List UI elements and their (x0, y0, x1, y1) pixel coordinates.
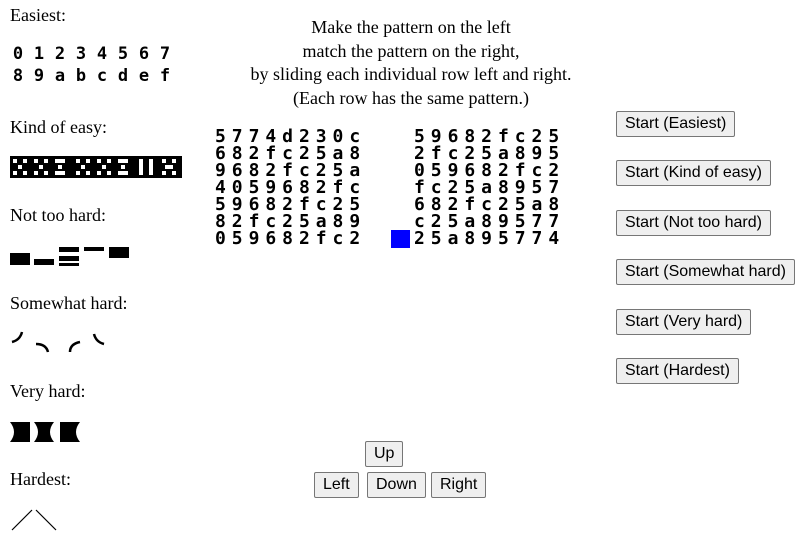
level-label-easiest: Easiest: (10, 5, 66, 25)
instruction-line: Make the pattern on the left (311, 17, 511, 37)
somewhat-hard-curve-sample (11, 331, 105, 353)
grid-row: 25a895774 (411, 228, 562, 249)
down-button[interactable]: Down (367, 472, 426, 498)
grid-cell: 8 (464, 228, 476, 249)
glyph: 4 (96, 44, 108, 64)
glyph: 6 (138, 44, 150, 64)
grid-cell: f (315, 228, 327, 249)
glyph: 2 (54, 44, 66, 64)
grid-cell: 9 (248, 228, 260, 249)
glyph: 3 (75, 44, 87, 64)
instructions: Make the pattern on the left match the p… (226, 16, 596, 110)
kind-of-easy-tile-sample (10, 156, 182, 178)
grid-cell: 5 (231, 228, 243, 249)
very-hard-block-sample (10, 422, 80, 442)
start-kind-of-easy-button[interactable]: Start (Kind of easy) (616, 160, 771, 186)
glyph-row: 8 9 a b c d e f (12, 65, 171, 87)
grid-cell: 9 (481, 228, 492, 249)
not-too-hard-bar-sample (10, 247, 129, 266)
grid-cell: 5 (497, 228, 509, 249)
level-label-kind-of-easy: Kind of easy: (10, 117, 107, 137)
left-button[interactable]: Left (314, 472, 359, 498)
glyph: 1 (33, 44, 45, 64)
glyph: d (117, 66, 129, 86)
glyph: 0 (12, 44, 24, 64)
grid-cell: 6 (265, 228, 277, 249)
right-button[interactable]: Right (431, 472, 487, 498)
instruction-line: by sliding each individual row left and … (250, 64, 572, 84)
glyph: 5 (117, 44, 129, 64)
grid-cell: 0 (214, 228, 226, 249)
level-label-somewhat-hard: Somewhat hard: (10, 293, 128, 313)
start-somewhat-hard-button[interactable]: Start (Somewhat hard) (616, 259, 795, 285)
glyph-row: 0 1 2 3 4 5 6 7 (12, 43, 171, 65)
hardest-line-sample (11, 509, 57, 531)
level-label-very-hard: Very hard: (10, 381, 86, 401)
grid-cell: c (332, 228, 344, 249)
right-target-grid: 59682fc252fc25a895059682fc2fc25a8957682f… (411, 128, 562, 249)
grid-cell: 8 (282, 228, 293, 249)
grid-cell: 7 (514, 228, 526, 249)
glyph: 9 (33, 66, 45, 86)
start-hardest-button[interactable]: Start (Hardest) (616, 358, 739, 384)
up-button[interactable]: Up (365, 441, 404, 467)
glyph: e (138, 66, 150, 86)
grid-cell: 2 (298, 228, 310, 249)
glyph: b (75, 66, 87, 86)
glyph: f (159, 66, 171, 86)
glyph: 7 (159, 44, 171, 64)
level-label-hardest: Hardest: (10, 469, 71, 489)
start-very-hard-button[interactable]: Start (Very hard) (616, 309, 752, 335)
grid-cell: 7 (531, 228, 543, 249)
grid-cell: 2 (413, 228, 425, 249)
instruction-line: match the pattern on the right, (302, 40, 520, 61)
grid-cell: 5 (430, 228, 442, 249)
glyph: 8 (12, 66, 24, 86)
grid-row: 059682fc2 (212, 228, 363, 249)
start-easiest-button[interactable]: Start (Easiest) (616, 111, 736, 137)
instruction-line: (Each row has the same pattern.) (293, 87, 529, 108)
start-not-too-hard-button[interactable]: Start (Not too hard) (616, 210, 771, 236)
level-label-not-too-hard: Not too hard: (10, 205, 106, 225)
grid-cell: 4 (548, 228, 560, 249)
grid-cell: 2 (349, 228, 361, 249)
grid-cell: a (447, 228, 459, 249)
cursor-cell (391, 230, 410, 248)
glyph: a (54, 66, 66, 86)
left-puzzle-grid: 5774d230c682fc25a89682fc25a4059682fc5968… (212, 128, 363, 249)
easiest-glyph-sample: 0 1 2 3 4 5 6 7 8 9 a b c d e f (12, 43, 171, 87)
glyph: c (96, 66, 108, 86)
